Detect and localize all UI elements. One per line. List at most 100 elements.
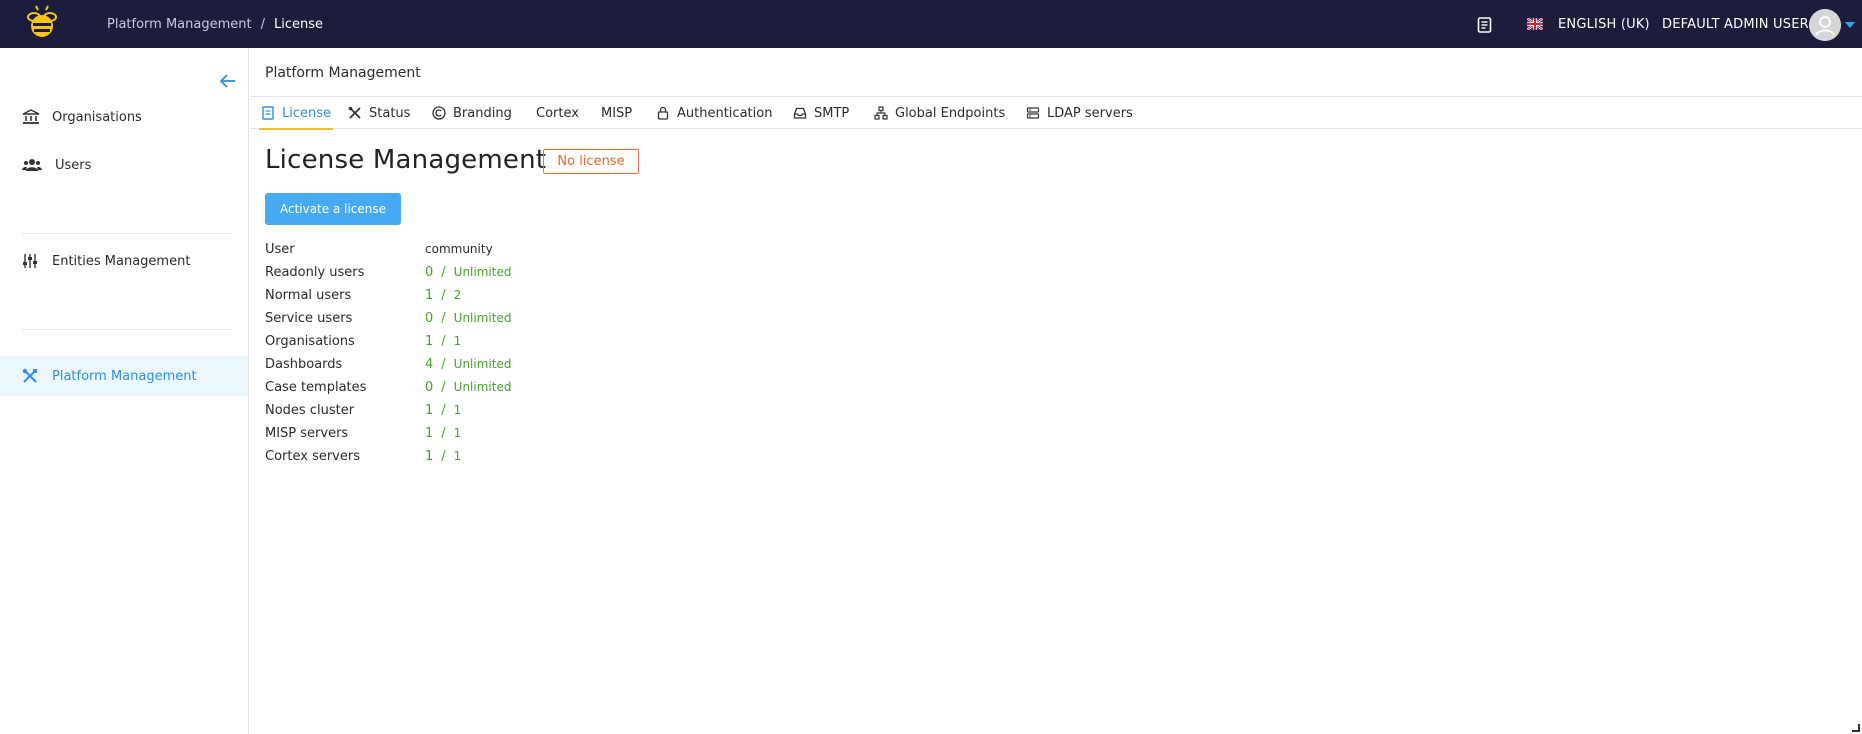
avatar-icon[interactable] [1809, 9, 1841, 41]
uk-flag-icon[interactable] [1526, 17, 1544, 31]
activate-license-button[interactable]: Activate a license [265, 193, 401, 225]
license-separator: / [441, 333, 446, 349]
network-icon [874, 106, 888, 120]
tools-icon [348, 106, 362, 120]
sliders-icon [22, 253, 40, 269]
license-limit: 1 [453, 425, 462, 440]
license-separator: / [441, 264, 446, 280]
caret-down-icon[interactable] [1845, 22, 1855, 28]
license-limit: Unlimited [453, 356, 512, 371]
license-row-value: 1 / 1 [425, 334, 461, 349]
license-row-value: 0 / Unlimited [425, 265, 511, 280]
license-separator: / [441, 425, 446, 441]
license-row-label: Organisations [265, 333, 355, 349]
license-limit: Unlimited [453, 264, 512, 279]
sidebar: Organisations Users Entities Management … [0, 48, 249, 734]
license-heading: License Management [265, 145, 547, 175]
license-row-label: MISP servers [265, 425, 349, 441]
users-icon [22, 157, 42, 173]
sidebar-item-label: Users [55, 157, 92, 173]
license-row-label: Normal users [265, 287, 352, 303]
tab-label: Cortex [536, 105, 579, 121]
license-row-label: Cortex servers [265, 448, 360, 464]
tab-misp[interactable]: MISP [601, 97, 632, 129]
sidebar-item-organisations[interactable]: Organisations [0, 97, 248, 137]
resize-handle-icon[interactable] [1852, 724, 1860, 732]
license-limit: Unlimited [453, 310, 512, 325]
sidebar-item-users[interactable]: Users [0, 145, 248, 185]
license-row-label: Nodes cluster [265, 402, 355, 418]
sidebar-item-label: Platform Management [52, 368, 197, 384]
language-selector[interactable]: ENGLISH (UK) [1558, 0, 1650, 48]
page-title: Platform Management [265, 64, 421, 81]
license-separator: / [441, 379, 446, 395]
sidebar-item-platform-management[interactable]: Platform Management [0, 356, 248, 396]
license-row-value: 4 / Unlimited [425, 357, 511, 372]
tab-label: Authentication [677, 105, 773, 121]
tab-branding[interactable]: Branding [432, 97, 512, 129]
license-used-count: 0 [425, 264, 434, 280]
license-row-value: 1 / 2 [425, 288, 461, 303]
license-used-count: 1 [425, 287, 434, 303]
license-separator: / [441, 356, 446, 372]
tab-label: MISP [601, 105, 633, 121]
tab-label: LDAP servers [1047, 105, 1133, 121]
breadcrumb: Platform Management / License [107, 0, 323, 48]
license-used-count: 1 [425, 333, 434, 349]
sidebar-item-label: Entities Management [52, 253, 191, 269]
top-bar: Platform Management / License ENGLISH (U… [0, 0, 1862, 48]
inbox-icon [793, 106, 807, 120]
tab-authentication[interactable]: Authentication [656, 97, 772, 129]
license-used-count: 1 [425, 402, 434, 418]
tab-label: License [282, 105, 332, 121]
main-header: Platform Management [250, 48, 1862, 97]
license-row-value: 1 / 1 [425, 403, 461, 418]
license-limit: 1 [453, 333, 462, 348]
tab-global-endpoints[interactable]: Global Endpoints [874, 97, 1005, 129]
status-badge: No license [543, 149, 639, 174]
bank-icon [22, 109, 40, 125]
app-logo-icon[interactable] [24, 5, 60, 43]
license-separator: / [441, 287, 446, 303]
tab-label: Branding [453, 105, 512, 121]
tab-ldap-servers[interactable]: LDAP servers [1026, 97, 1133, 129]
sidebar-divider [22, 329, 232, 330]
breadcrumb-separator: / [260, 16, 265, 32]
license-used-count: 1 [425, 448, 434, 464]
license-row-value: community [425, 242, 493, 256]
license-row-value: 1 / 1 [425, 426, 461, 441]
tools-icon [22, 368, 40, 384]
document-icon[interactable] [1477, 17, 1492, 33]
tab-license[interactable]: License [258, 97, 334, 130]
breadcrumb-item-platform-management[interactable]: Platform Management [107, 17, 252, 32]
license-icon [261, 106, 275, 120]
license-row-label: Service users [265, 310, 353, 326]
tab-cortex[interactable]: Cortex [536, 97, 579, 129]
license-separator: / [441, 448, 446, 464]
tab-label: Global Endpoints [895, 105, 1006, 121]
tab-label: SMTP [814, 105, 850, 121]
collapse-arrow-icon[interactable] [219, 73, 237, 89]
tab-label: Status [369, 105, 411, 121]
license-limit: Unlimited [453, 379, 512, 394]
breadcrumb-item-license: License [273, 16, 323, 32]
sidebar-item-label: Organisations [52, 109, 142, 125]
license-used-count: 0 [425, 310, 434, 326]
tab-bar: License Status Branding Cortex MISP Auth… [250, 97, 1862, 130]
license-row-label: Case templates [265, 379, 367, 395]
user-menu-label[interactable]: DEFAULT ADMIN USER [1662, 0, 1809, 48]
lock-icon [656, 106, 670, 120]
tab-smtp[interactable]: SMTP [793, 97, 849, 129]
license-row-label: User [265, 241, 295, 257]
copyright-icon [432, 106, 446, 120]
license-row-value: 0 / Unlimited [425, 380, 511, 395]
license-limit: 1 [453, 402, 462, 417]
tab-status[interactable]: Status [348, 97, 410, 129]
license-separator: / [441, 402, 446, 418]
license-row-value: 1 / 1 [425, 449, 461, 464]
license-separator: / [441, 310, 446, 326]
sidebar-item-entities-management[interactable]: Entities Management [0, 241, 248, 281]
license-row-label: Readonly users [265, 264, 365, 280]
sidebar-divider [22, 233, 232, 234]
license-limit: 2 [453, 287, 462, 302]
